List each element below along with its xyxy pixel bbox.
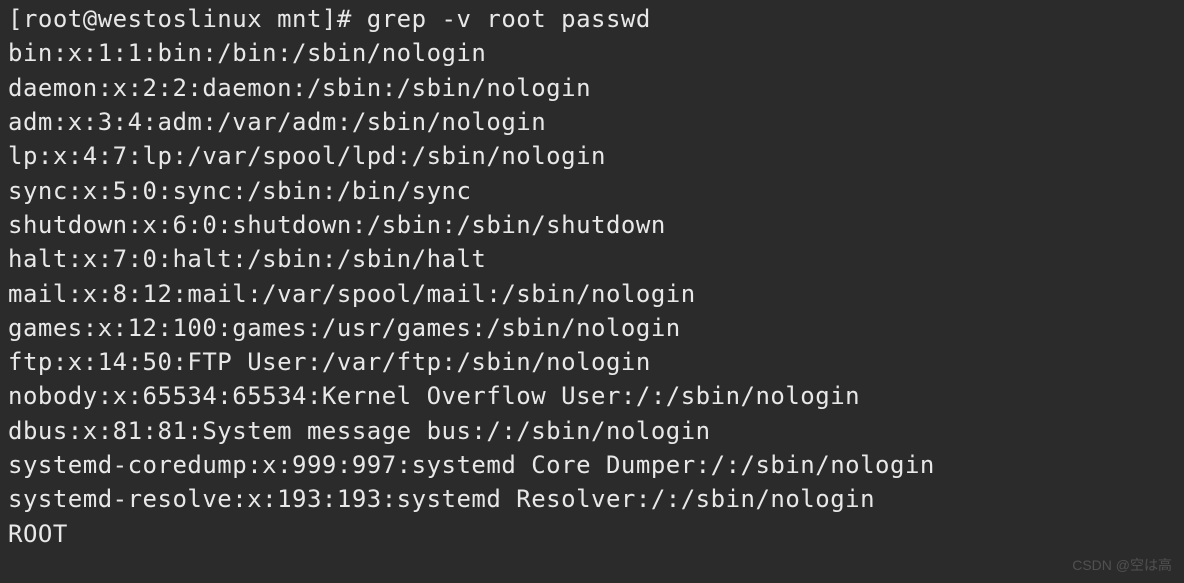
terminal-output-line: systemd-resolve:x:193:193:systemd Resolv… bbox=[8, 482, 1176, 516]
terminal-output-line: ROOT bbox=[8, 517, 1176, 551]
terminal-output-line: games:x:12:100:games:/usr/games:/sbin/no… bbox=[8, 311, 1176, 345]
terminal-output-line: ftp:x:14:50:FTP User:/var/ftp:/sbin/nolo… bbox=[8, 345, 1176, 379]
terminal-output-line: adm:x:3:4:adm:/var/adm:/sbin/nologin bbox=[8, 105, 1176, 139]
terminal-output-line: dbus:x:81:81:System message bus:/:/sbin/… bbox=[8, 414, 1176, 448]
terminal-output-line: shutdown:x:6:0:shutdown:/sbin:/sbin/shut… bbox=[8, 208, 1176, 242]
terminal-output-line: nobody:x:65534:65534:Kernel Overflow Use… bbox=[8, 379, 1176, 413]
terminal-output-line: daemon:x:2:2:daemon:/sbin:/sbin/nologin bbox=[8, 71, 1176, 105]
terminal-output-line: halt:x:7:0:halt:/sbin:/sbin/halt bbox=[8, 242, 1176, 276]
shell-prompt-line[interactable]: [root@westoslinux mnt]# grep -v root pas… bbox=[8, 2, 1176, 36]
terminal-output-line: sync:x:5:0:sync:/sbin:/bin/sync bbox=[8, 174, 1176, 208]
terminal-output-line: bin:x:1:1:bin:/bin:/sbin/nologin bbox=[8, 36, 1176, 70]
watermark-text: CSDN @空は高 bbox=[1072, 555, 1172, 575]
terminal-output-line: mail:x:8:12:mail:/var/spool/mail:/sbin/n… bbox=[8, 277, 1176, 311]
terminal-output-line: lp:x:4:7:lp:/var/spool/lpd:/sbin/nologin bbox=[8, 139, 1176, 173]
terminal-output: bin:x:1:1:bin:/bin:/sbin/nologindaemon:x… bbox=[8, 36, 1176, 551]
terminal-output-line: systemd-coredump:x:999:997:systemd Core … bbox=[8, 448, 1176, 482]
